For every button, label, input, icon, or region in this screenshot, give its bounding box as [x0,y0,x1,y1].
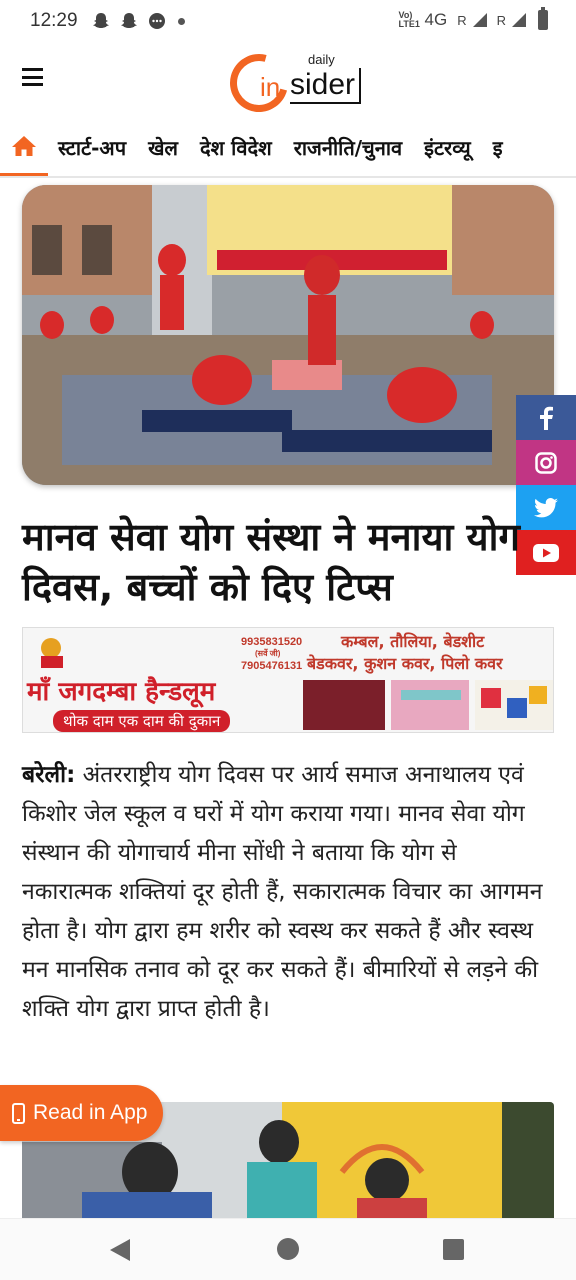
snapchat-icon [118,10,140,32]
social-share [516,395,576,575]
more-notifications-icon [178,17,185,25]
article-dateline: बरेली: [22,762,76,788]
status-time: 12:29 [30,10,78,31]
logo-arc [219,43,299,123]
home-icon[interactable] [0,118,48,176]
logo-sider: sider [290,68,362,104]
site-header: daily in sider [0,42,576,123]
logo-daily: daily [308,52,335,67]
nav-item-startup[interactable]: स्टार्ट-अप [58,134,126,161]
ad-shop-name: माँ जगदम्बा हैन्डलूम [27,677,216,707]
site-logo[interactable]: daily in sider [219,43,370,123]
roaming-label: R [457,12,467,28]
system-navigation-bar [0,1218,576,1280]
read-in-app-label: Read in App [33,1101,148,1124]
category-nav: स्टार्ट-अप खेल देश विदेश राजनीति/चुनाव इ… [0,118,576,178]
roaming-label: R [496,12,506,28]
ad-banner[interactable]: 9935831520 (सर्वे जी) 7905476131 माँ जगद… [22,627,554,733]
goddess-icon [41,638,63,668]
twitter-icon[interactable] [516,485,576,530]
logo-in: in [260,72,281,102]
article-headline: मानव सेवा योग संस्था ने मनाया योग दिवस, … [22,515,520,609]
snapchat-icon [90,10,112,32]
instagram-icon[interactable] [516,440,576,485]
nav-item-more[interactable]: इ [493,134,503,161]
nav-item-world[interactable]: देश विदेश [200,134,272,161]
ad-tagline: थोक दाम एक दाम की दुकान [53,710,231,732]
hero-image [22,185,554,485]
read-in-app-button[interactable]: Read in App [0,1085,163,1141]
volte-label: Vo) LTE1 [398,10,420,29]
ad-products-line2: बेडकवर, कुशन कवर, पिलो कवर [307,654,503,673]
message-icon [146,10,168,32]
recent-apps-icon[interactable] [443,1239,464,1260]
ad-right-panel: कम्बल, तौलिया, बेडशीट बेडकवर, कुशन कवर, … [301,628,553,732]
ad-phone-1: 9935831520 [241,636,303,648]
ad-products-line1: कम्बल, तौलिया, बेडशीट [341,632,485,651]
ad-phone-2: 7905476131 [241,660,303,672]
ad-phone-note: (सर्वे जी) [255,649,281,658]
nav-item-interview[interactable]: इंटरव्यू [424,134,471,161]
status-bar: 12:29 Vo) LTE1 4G R R [0,0,576,42]
signal-icon [512,13,526,27]
youtube-icon[interactable] [516,530,576,575]
ad-left-panel: 9935831520 (सर्वे जी) 7905476131 माँ जगद… [23,628,302,732]
back-icon[interactable] [110,1239,130,1261]
home-button-icon[interactable] [277,1238,299,1260]
phone-icon [12,1102,25,1124]
menu-icon[interactable] [22,68,43,86]
article-body: बरेली: अंतरराष्ट्रीय योग दिवस पर आर्य सम… [22,756,552,1029]
system-status: Vo) LTE1 4G R R [398,7,548,30]
ad-products-image [303,680,553,730]
article-text: अंतरराष्ट्रीय योग दिवस पर आर्य समाज अनाथ… [22,762,543,1022]
battery-icon [538,7,548,30]
nav-item-politics[interactable]: राजनीति/चुनाव [294,134,402,161]
network-label: 4G [424,10,448,29]
nav-item-sports[interactable]: खेल [148,134,178,161]
notification-icons [90,10,185,32]
facebook-icon[interactable] [516,395,576,440]
signal-icon [472,13,487,27]
ad-phone-block: 9935831520 (सर्वे जी) 7905476131 [241,634,302,674]
